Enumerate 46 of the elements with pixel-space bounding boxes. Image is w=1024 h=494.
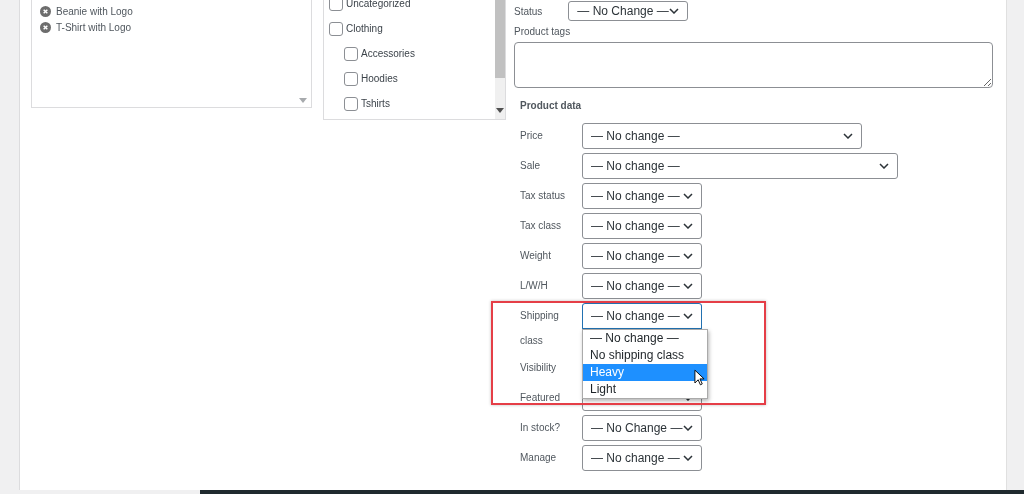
remove-icon[interactable]	[40, 21, 51, 33]
checkbox[interactable]	[329, 0, 343, 11]
field-label: Sale	[520, 159, 541, 173]
field-label: L/W/H	[520, 279, 549, 293]
product-name: T-Shirt with Logo	[56, 21, 132, 33]
dropdown-select[interactable]: — No change —	[582, 243, 702, 269]
linked-products-box[interactable]: Beanie with Logo T-Shirt with Logo	[31, 0, 312, 108]
dropdown-select[interactable]: — No change —	[582, 445, 702, 471]
category-label: Tshirts	[361, 98, 390, 109]
field-label: Weight	[520, 249, 552, 263]
dropdown-select[interactable]: — No change —	[582, 303, 702, 329]
dropdown-option[interactable]: — No change —	[583, 330, 707, 347]
field-label: In stock?	[520, 421, 562, 435]
status-select[interactable]: — No Change —	[568, 1, 689, 21]
field-label: Tax status	[520, 189, 567, 203]
field-label: Product tags	[514, 26, 572, 37]
dropdown-option[interactable]: No shipping class	[583, 347, 707, 364]
category-label: Clothing	[346, 23, 383, 34]
dropdown-select[interactable]: — No change —	[582, 213, 702, 239]
field-label: Manage	[520, 451, 558, 465]
product-tags-field[interactable]	[514, 42, 993, 88]
dropdown-select[interactable]: — No change —	[582, 273, 702, 299]
field-label: Status	[514, 5, 543, 17]
category-label: Hoodies	[361, 73, 398, 84]
field-label: Visibility	[520, 361, 557, 375]
checkbox[interactable]	[344, 46, 358, 61]
cursor-icon	[694, 369, 705, 386]
checkbox[interactable]	[329, 21, 343, 36]
checkbox[interactable]	[344, 71, 358, 86]
section-title: Product data	[520, 100, 583, 111]
field-label: Featured	[520, 391, 562, 405]
field-label: Shipping class	[520, 309, 560, 348]
checkbox[interactable]	[344, 96, 358, 111]
scrollbar-thumb[interactable]	[495, 0, 505, 78]
remove-icon[interactable]	[40, 5, 51, 17]
dropdown-select[interactable]: — No change —	[582, 123, 862, 149]
category-label: Uncategorized	[346, 0, 411, 9]
dropdown-select[interactable]: — No change —	[582, 183, 702, 209]
field-label: Tax class	[520, 219, 563, 233]
product-name: Beanie with Logo	[56, 5, 133, 17]
dropdown-option[interactable]: Light	[583, 381, 707, 398]
dropdown-select[interactable]: — No Change —	[582, 415, 702, 441]
dropdown-select[interactable]: — No change —	[582, 153, 898, 179]
field-label: Price	[520, 129, 544, 143]
scroll-down-arrow-icon[interactable]	[496, 108, 504, 113]
category-label: Accessories	[361, 48, 415, 59]
